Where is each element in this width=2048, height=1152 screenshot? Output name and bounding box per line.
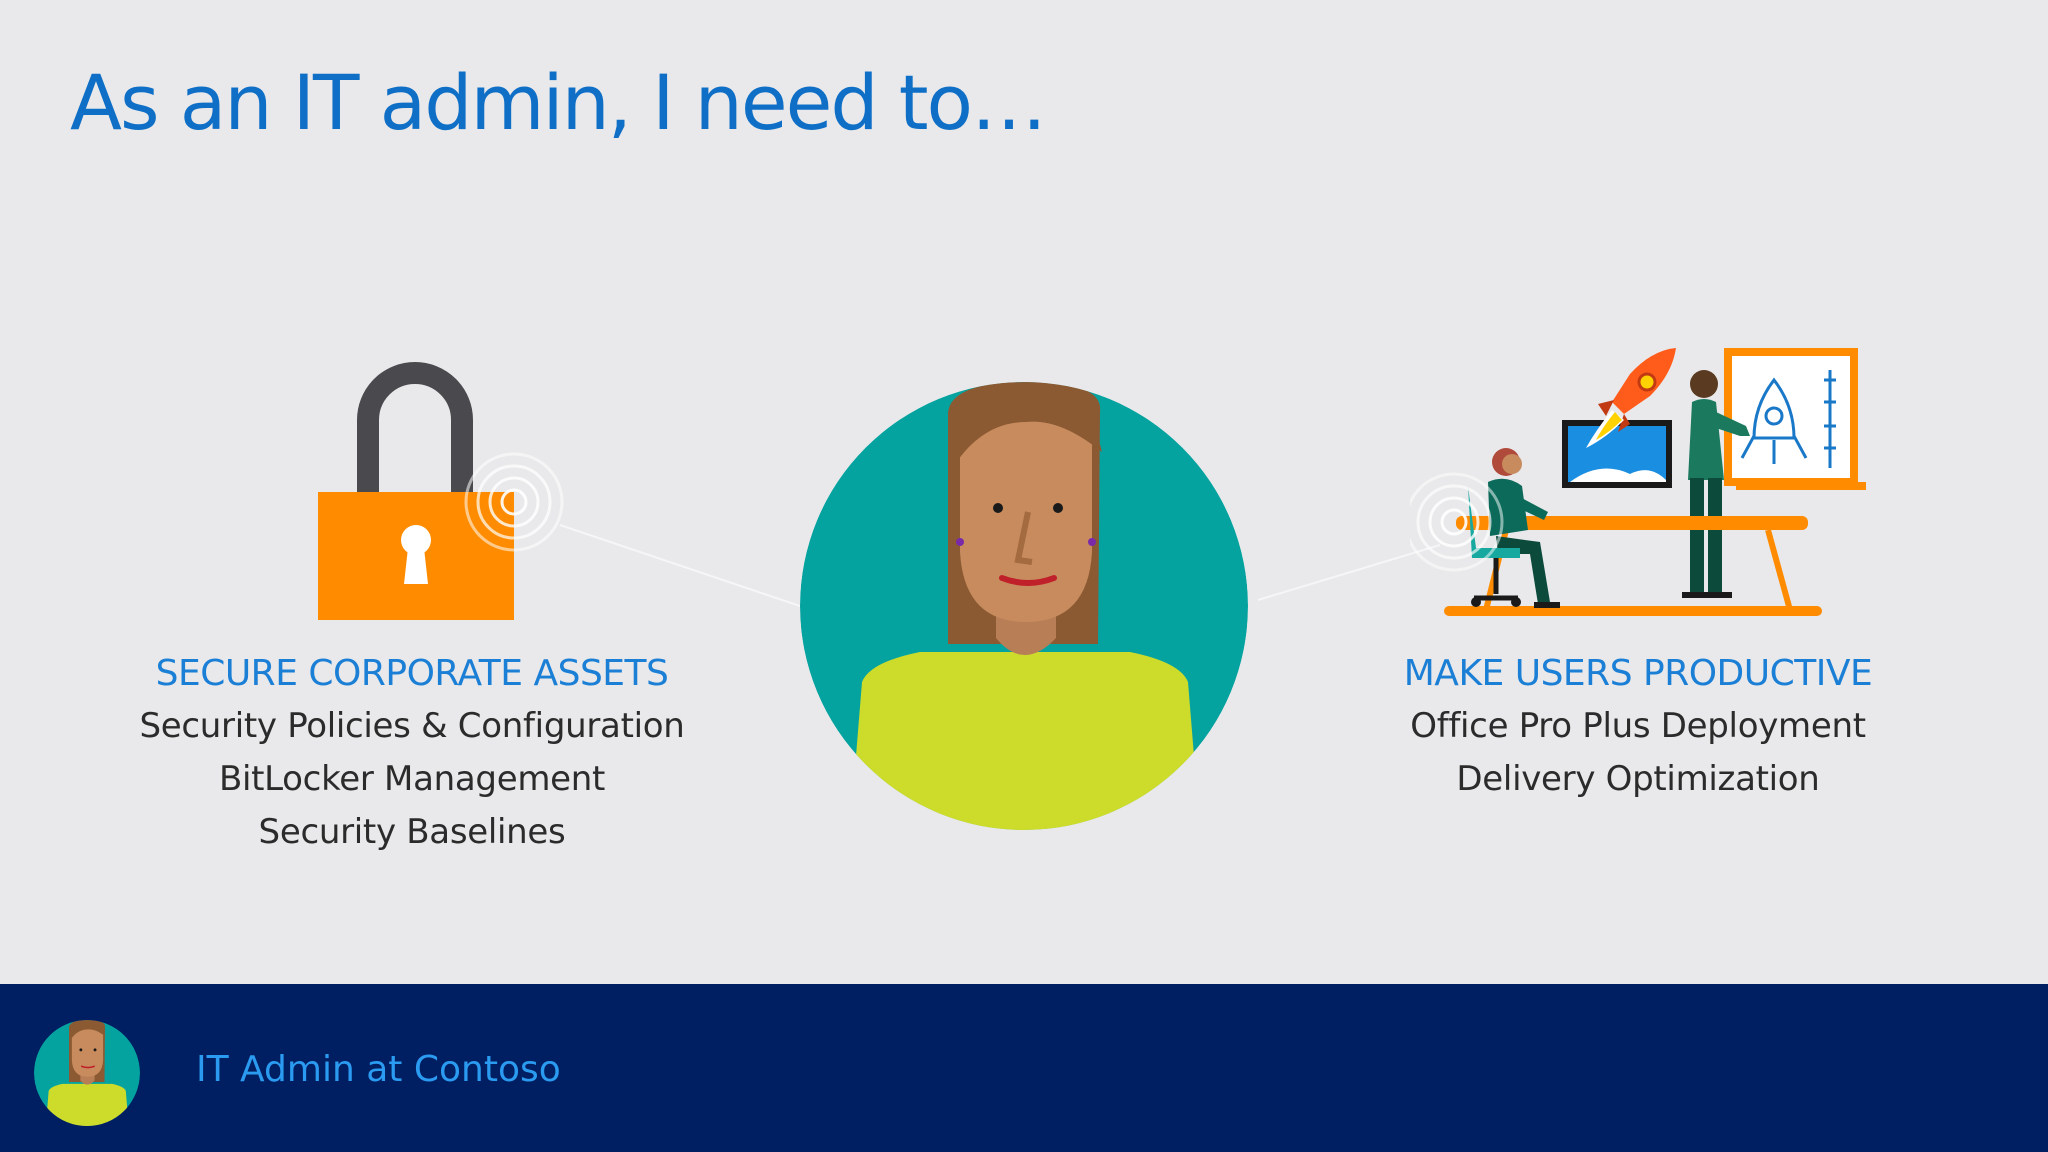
padlock-illustration bbox=[300, 352, 600, 632]
padlock-icon bbox=[318, 362, 564, 620]
list-item: Delivery Optimization bbox=[1456, 759, 1820, 799]
it-admin-avatar bbox=[800, 382, 1248, 830]
list-item: Office Pro Plus Deployment bbox=[1410, 706, 1866, 746]
it-admin-avatar-icon bbox=[800, 382, 1248, 830]
team-productivity-illustration bbox=[1404, 340, 1890, 630]
slide: As an IT admin, I need to… SECURE CORPOR… bbox=[0, 0, 2048, 984]
persona-footer: IT Admin at Contoso bbox=[0, 984, 2048, 1152]
secure-assets-list: Security Policies & Configuration BitLoc… bbox=[112, 700, 712, 859]
list-item: Security Baselines bbox=[258, 812, 566, 852]
productive-users-section: MAKE USERS PRODUCTIVE Office Pro Plus De… bbox=[1338, 648, 1938, 806]
footer-avatar-icon bbox=[34, 1020, 140, 1126]
secure-assets-section: SECURE CORPORATE ASSETS Security Policie… bbox=[112, 648, 712, 859]
persona-label: IT Admin at Contoso bbox=[196, 1049, 561, 1090]
productive-users-list: Office Pro Plus Deployment Delivery Opti… bbox=[1338, 700, 1938, 806]
footer-avatar bbox=[34, 1020, 140, 1126]
list-item: BitLocker Management bbox=[218, 759, 606, 799]
secure-assets-heading: SECURE CORPORATE ASSETS bbox=[155, 653, 669, 694]
team-productivity-icon bbox=[1404, 348, 1866, 616]
productive-users-heading: MAKE USERS PRODUCTIVE bbox=[1403, 653, 1873, 694]
list-item: Security Policies & Configuration bbox=[139, 706, 685, 746]
